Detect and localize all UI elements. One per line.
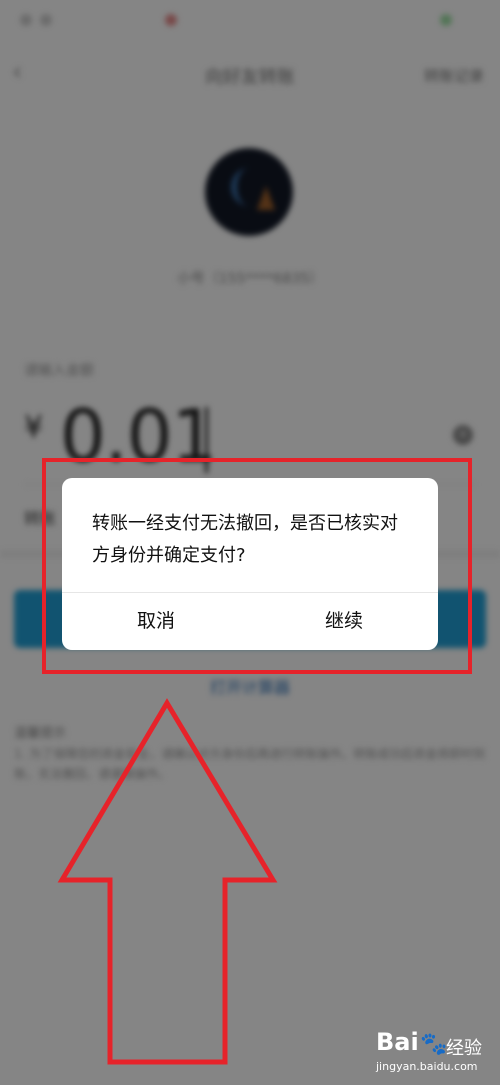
highlight-box <box>42 458 472 674</box>
watermark-url: jingyan.baidu.com <box>376 1060 478 1073</box>
watermark-logo-suffix: 经验 <box>446 1038 482 1059</box>
watermark-logo: Bai <box>376 1028 419 1056</box>
paw-icon: 🐾 <box>420 1032 448 1057</box>
baidu-watermark: Bai 🐾 经验 jingyan.baidu.com <box>376 1028 486 1076</box>
up-arrow-icon <box>57 698 278 1065</box>
